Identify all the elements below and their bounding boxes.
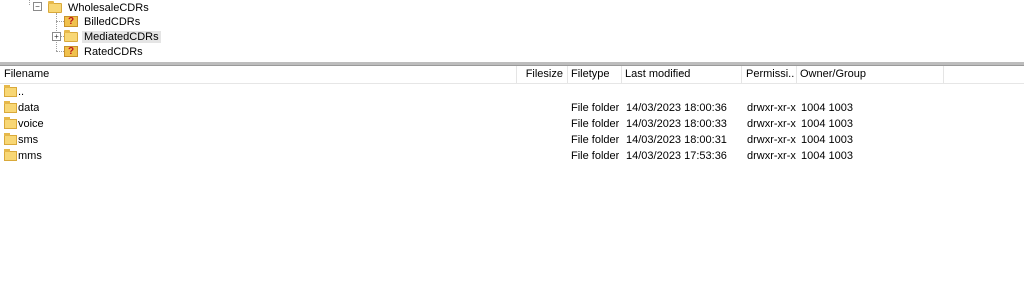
expand-node-button[interactable]: + (52, 32, 61, 41)
tree-node-label: WholesaleCDRs (68, 1, 149, 14)
file-row[interactable]: mms File folder 14/03/2023 17:53:36 drwx… (0, 148, 1024, 164)
file-modified: 14/03/2023 18:00:36 (626, 102, 727, 114)
file-row[interactable]: voice File folder 14/03/2023 18:00:33 dr… (0, 116, 1024, 132)
column-header-filesize[interactable]: Filesize (518, 66, 563, 83)
tree-node-ratedcdrs[interactable]: ? RatedCDRs (64, 44, 145, 59)
tree-node-mediatedcdrs[interactable]: MediatedCDRs (64, 29, 161, 44)
column-divider[interactable] (621, 66, 622, 83)
tree-node-billedcdrs[interactable]: ? BilledCDRs (64, 14, 142, 29)
folder-icon (4, 133, 17, 145)
column-header-permissions[interactable]: Permissi... (746, 66, 794, 83)
file-owner: 1004 1003 (801, 134, 853, 146)
file-modified: 14/03/2023 18:00:31 (626, 134, 727, 146)
file-modified: 14/03/2023 17:53:36 (626, 150, 727, 162)
folder-icon (4, 149, 17, 161)
column-header-filename[interactable]: Filename (4, 66, 514, 83)
tree-guide-line (56, 21, 64, 22)
folder-icon (48, 0, 62, 13)
column-divider[interactable] (943, 66, 944, 83)
column-header-filetype[interactable]: Filetype (571, 66, 619, 83)
column-header-last-modified[interactable]: ⌄ Last modified (625, 66, 737, 83)
file-name: mms (18, 150, 42, 162)
column-header-owner-group[interactable]: Owner/Group (800, 66, 940, 83)
file-type: File folder (571, 118, 620, 130)
file-permissions: drwxr-xr-x (747, 134, 796, 146)
file-type: File folder (571, 134, 620, 146)
tree-node-label: MediatedCDRs (82, 30, 161, 43)
file-row[interactable]: data File folder 14/03/2023 18:00:36 drw… (0, 100, 1024, 116)
sort-descending-icon: ⌄ (678, 66, 685, 75)
collapse-node-button[interactable]: − (33, 2, 42, 11)
file-owner: 1004 1003 (801, 118, 853, 130)
unknown-folder-icon: ? (64, 16, 78, 27)
tree-node-wholesalecdrs[interactable]: WholesaleCDRs (48, 0, 151, 15)
file-name: sms (18, 134, 39, 146)
tree-guide-line (56, 51, 64, 52)
file-permissions: drwxr-xr-x (747, 118, 796, 130)
tree-guide-line (29, 0, 30, 5)
file-row[interactable]: sms File folder 14/03/2023 18:00:31 drwx… (0, 132, 1024, 148)
file-permissions: drwxr-xr-x (747, 102, 796, 114)
file-name: .. (18, 86, 25, 98)
file-owner: 1004 1003 (801, 150, 853, 162)
file-modified: 14/03/2023 18:00:33 (626, 118, 727, 130)
file-type: File folder (571, 102, 620, 114)
column-divider[interactable] (516, 66, 517, 83)
tree-node-label: RatedCDRs (84, 45, 143, 58)
remote-directory-tree[interactable]: − WholesaleCDRs ? BilledCDRs + MediatedC… (0, 0, 1024, 62)
tree-node-label: BilledCDRs (84, 15, 141, 28)
folder-icon (64, 29, 78, 42)
folder-icon (4, 85, 17, 97)
file-name: voice (18, 118, 44, 130)
column-divider[interactable] (567, 66, 568, 83)
folder-icon (4, 117, 17, 129)
column-divider[interactable] (796, 66, 797, 83)
file-permissions: drwxr-xr-x (747, 150, 796, 162)
file-type: File folder (571, 150, 620, 162)
file-name: data (18, 102, 40, 114)
file-row-parent[interactable]: .. (0, 84, 1024, 100)
folder-icon (4, 101, 17, 113)
file-list-header: Filename Filesize Filetype ⌄ Last modifi… (0, 66, 1024, 84)
unknown-folder-icon: ? (64, 46, 78, 57)
column-divider[interactable] (741, 66, 742, 83)
file-owner: 1004 1003 (801, 102, 853, 114)
